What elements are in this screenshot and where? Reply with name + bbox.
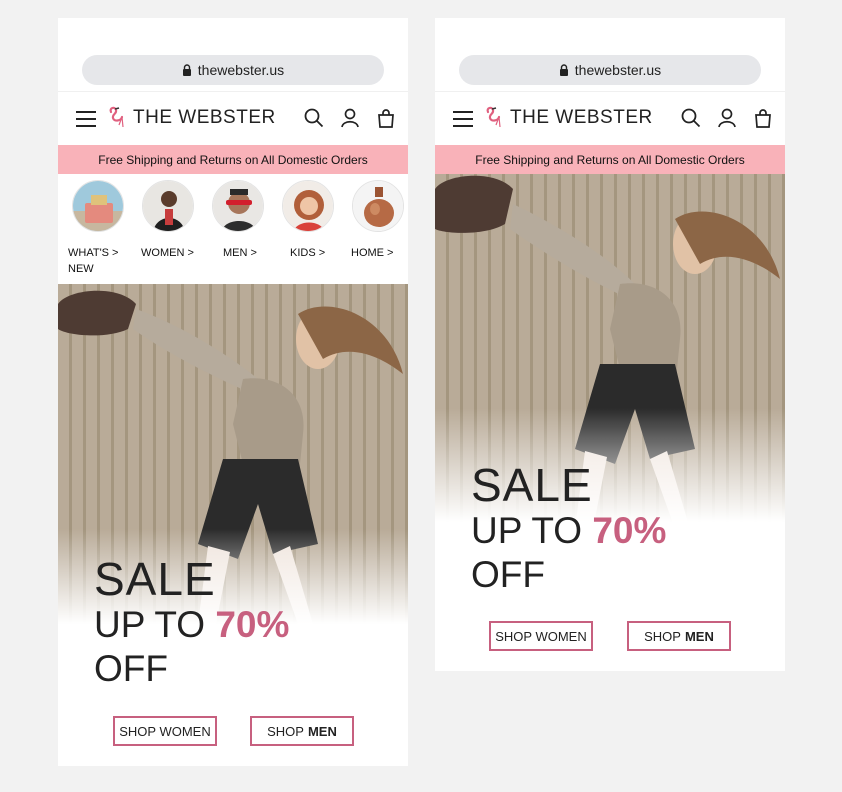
site-header: THE WEBSTER [435,91,785,145]
shop-men-prefix: SHOP [267,723,304,739]
lock-icon [182,64,191,76]
mobile-page-with-categories: thewebster.us THE WEBSTER Free Shipping … [58,18,408,766]
menu-icon[interactable] [453,111,473,127]
sale-title: SALE [471,459,593,511]
brand-name: THE WEBSTER [510,107,653,128]
discount-percent: 70% [592,510,667,551]
women-thumbnail [142,180,194,232]
shop-women-button[interactable]: SHOP WOMEN [489,621,593,651]
upto-text: UP TO [94,604,206,645]
discount-percent: 70% [215,604,290,645]
site-logo[interactable]: THE WEBSTER [107,105,276,131]
url-text: thewebster.us [574,62,662,78]
category-label: HOME > [351,247,394,259]
account-icon[interactable] [340,108,360,128]
upto-text: UP TO [471,510,583,551]
whats-new-thumbnail [72,180,124,232]
category-strip: WHAT'S > NEW WOMEN > MEN > KIDS > HOME > [58,180,408,284]
category-women[interactable]: WOMEN > [133,180,203,261]
search-icon[interactable] [304,108,324,128]
shop-men-prefix: SHOP [644,628,681,644]
category-label: WHAT'S > [68,247,119,259]
url-text: thewebster.us [197,62,285,78]
category-whats-new[interactable]: WHAT'S > NEW [63,180,133,277]
address-bar[interactable]: thewebster.us [459,55,761,85]
site-header: THE WEBSTER [58,91,408,145]
category-label: WOMEN > [141,247,194,259]
shop-women-button[interactable]: SHOP WOMEN [113,716,217,746]
discount-line: UP TO 70% [471,509,785,553]
menu-icon[interactable] [76,111,96,127]
discount-line: UP TO 70% [94,603,408,647]
address-bar[interactable]: thewebster.us [82,55,384,85]
off-text: OFF [94,648,168,689]
account-icon[interactable] [717,108,737,128]
category-label: KIDS > [290,247,326,259]
shop-women-label: SHOP WOMEN [119,723,211,739]
promo-banner[interactable]: Free Shipping and Returns on All Domesti… [58,145,408,174]
category-label: MEN > [223,247,257,259]
off-text: OFF [471,554,545,595]
lock-icon [559,64,568,76]
sale-headline: SALE UP TO 70% OFF [435,461,785,597]
category-label: NEW [68,263,94,275]
shop-men-button[interactable]: SHOP MEN [250,716,354,746]
shop-men-bold: MEN [684,628,714,644]
shop-men-button[interactable]: SHOP MEN [627,621,731,651]
shop-women-label: SHOP WOMEN [495,628,587,644]
category-kids[interactable]: KIDS > [273,180,343,261]
shopping-bag-icon[interactable] [753,108,773,128]
category-home[interactable]: HOME > [343,180,408,261]
search-icon[interactable] [681,108,701,128]
sale-headline: SALE UP TO 70% OFF [58,555,408,691]
site-logo[interactable]: THE WEBSTER [484,105,653,131]
mobile-page-without-categories: thewebster.us THE WEBSTER Free Shipping … [435,18,785,671]
kids-thumbnail [282,180,334,232]
brand-name: THE WEBSTER [133,107,276,128]
men-thumbnail [212,180,264,232]
sale-title: SALE [94,553,216,605]
shopping-bag-icon[interactable] [376,108,396,128]
category-men[interactable]: MEN > [203,180,273,261]
home-thumbnail [352,180,404,232]
flamingo-logo-icon [109,106,124,128]
shop-men-bold: MEN [307,723,337,739]
flamingo-logo-icon [486,106,501,128]
promo-banner[interactable]: Free Shipping and Returns on All Domesti… [435,145,785,174]
